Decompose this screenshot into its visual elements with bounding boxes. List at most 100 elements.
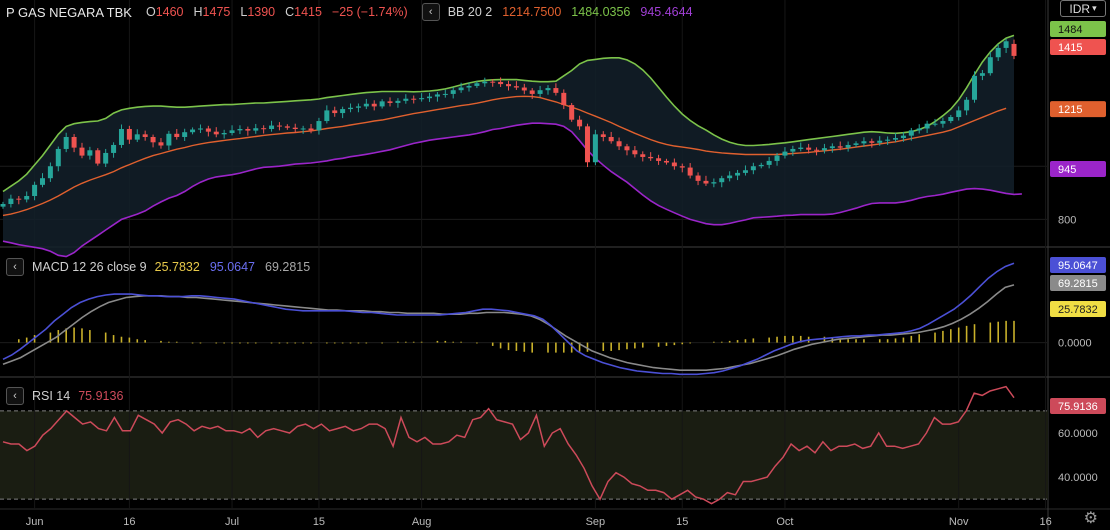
- candle-body: [663, 160, 669, 163]
- candle-body: [355, 106, 361, 108]
- candle-body: [648, 156, 654, 159]
- candle-body: [608, 136, 614, 142]
- macd-hist-tag: 25.7832: [1058, 304, 1098, 316]
- candle-body: [766, 160, 772, 165]
- candle-body: [213, 131, 219, 135]
- candle-body: [600, 134, 606, 137]
- candle-body: [490, 81, 496, 83]
- candle-body: [924, 123, 930, 129]
- collapse-bb-button[interactable]: ‹: [421, 3, 440, 21]
- candle-body: [0, 203, 6, 207]
- candle-body: [32, 184, 38, 197]
- candle-body: [814, 149, 820, 151]
- settings-gear-icon[interactable]: ⚙: [1084, 508, 1098, 528]
- candle-body: [940, 121, 946, 124]
- candle-body: [656, 158, 662, 161]
- candle-body: [798, 147, 804, 149]
- rsi-value: 75.9136: [78, 389, 124, 403]
- candle-body: [632, 150, 638, 155]
- rsi-name: RSI 14: [32, 389, 71, 403]
- candle-body: [703, 180, 709, 184]
- candle-body: [87, 150, 93, 156]
- time-tick-label: Jul: [225, 516, 239, 528]
- currency-selector[interactable]: IDR ▾: [1060, 0, 1106, 17]
- time-tick-label: 16: [1039, 516, 1051, 528]
- bb-name: BB 20 2: [447, 5, 493, 19]
- candle-body: [624, 146, 630, 151]
- rsi-tag: 75.9136: [1058, 401, 1098, 413]
- candle-body: [284, 126, 290, 128]
- candle-body: [79, 147, 85, 156]
- candle-body: [742, 170, 748, 173]
- symbol-name: P GAS NEGARA TBK: [6, 4, 132, 20]
- candle-body: [111, 144, 117, 153]
- time-tick-label: Aug: [412, 516, 432, 528]
- candle-body: [482, 81, 488, 84]
- candle-body: [387, 101, 393, 103]
- candle-body: [893, 138, 899, 140]
- candle-body: [71, 136, 77, 148]
- time-tick-label: 15: [313, 516, 325, 528]
- collapse-macd-button[interactable]: ‹: [6, 258, 24, 276]
- candle-body: [529, 90, 535, 94]
- candle-body: [300, 128, 306, 130]
- candle-body: [695, 175, 701, 181]
- candle-body: [197, 128, 203, 130]
- candle-body: [498, 81, 504, 85]
- candle-body: [553, 88, 559, 93]
- currency-label: IDR: [1069, 1, 1091, 16]
- candle-body: [869, 141, 875, 143]
- candle-body: [63, 136, 69, 149]
- candle-body: [964, 99, 970, 111]
- macd-signal-value: 69.2815: [265, 260, 311, 274]
- rsi-legend: ‹ RSI 14 75.9136: [6, 387, 133, 405]
- candle-body: [419, 98, 425, 100]
- candle-body: [190, 129, 196, 133]
- candle-body: [972, 75, 978, 100]
- last-price-tag: 1415: [1058, 42, 1082, 54]
- candle-body: [434, 94, 440, 97]
- rsi-tick-label: 60.0000: [1058, 428, 1098, 440]
- candle-body: [16, 198, 22, 200]
- candle-body: [916, 128, 922, 131]
- candle-body: [134, 134, 140, 140]
- close-value: 1415: [294, 5, 322, 19]
- candle-body: [513, 86, 519, 88]
- candle-body: [956, 110, 962, 118]
- candle-body: [829, 146, 835, 149]
- candle-body: [908, 130, 914, 136]
- collapse-rsi-button[interactable]: ‹: [6, 387, 24, 405]
- rsi-band-fill: [0, 410, 1048, 500]
- candle-body: [727, 175, 733, 179]
- time-tick-label: Oct: [776, 516, 793, 528]
- bb-upper-value: 1484.0356: [571, 5, 631, 19]
- candle-body: [877, 140, 883, 143]
- macd-hist-value: 25.7832: [154, 260, 200, 274]
- candle-body: [506, 84, 511, 87]
- candle-body: [292, 127, 298, 130]
- candle-body: [442, 93, 448, 95]
- bb-lower-tag: 945: [1058, 164, 1076, 176]
- macd-tag: 95.0647: [1058, 260, 1098, 272]
- candle-body: [584, 126, 590, 163]
- candle-body: [679, 166, 685, 168]
- high-label: H: [193, 5, 203, 19]
- candle-body: [150, 136, 156, 143]
- macd-legend: ‹ MACD 12 26 close 9 25.7832 95.0647 69.…: [6, 258, 320, 276]
- high-value: 1475: [202, 5, 231, 19]
- candle-body: [126, 129, 132, 140]
- macd-zero-label: 0.0000: [1058, 338, 1092, 350]
- change-value: −25 (−1.74%): [331, 5, 408, 19]
- candle-body: [174, 133, 180, 137]
- candle-body: [332, 110, 338, 114]
- time-tick-label: Jun: [26, 516, 44, 528]
- candle-body: [750, 166, 756, 171]
- candle-body: [95, 150, 101, 164]
- candle-body: [1003, 41, 1009, 48]
- time-tick-label: Nov: [949, 516, 969, 528]
- candle-body: [885, 139, 891, 141]
- candle-body: [474, 83, 480, 86]
- candle-body: [790, 148, 796, 152]
- candle-body: [861, 141, 867, 144]
- time-tick-label: 15: [676, 516, 688, 528]
